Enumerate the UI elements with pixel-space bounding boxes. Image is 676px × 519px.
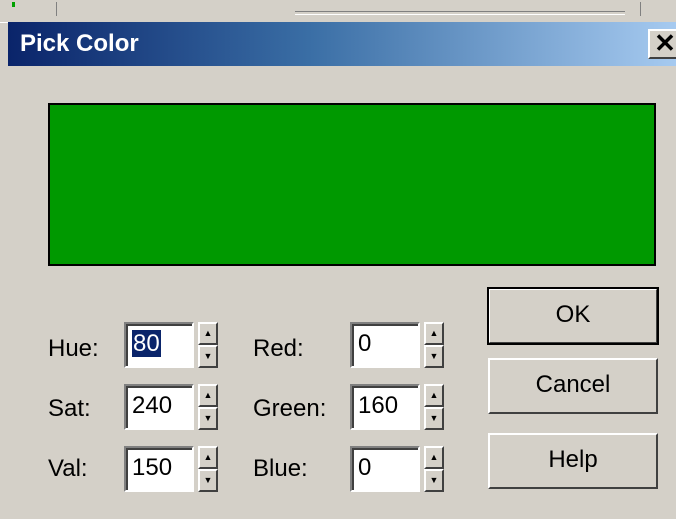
cancel-button[interactable]: Cancel <box>488 358 658 414</box>
green-label: Green: <box>253 395 327 422</box>
red-up-arrow-icon[interactable]: ▲ <box>424 322 444 345</box>
sat-value: 240 <box>132 392 173 419</box>
hue-input[interactable]: 80 <box>124 322 194 368</box>
blue-spinner[interactable]: ▲ ▼ <box>424 446 444 492</box>
val-spinner[interactable]: ▲ ▼ <box>198 446 218 492</box>
background-marker <box>12 2 15 7</box>
sat-down-arrow-icon[interactable]: ▼ <box>198 407 218 430</box>
green-input[interactable]: 160 <box>350 384 420 430</box>
blue-label: Blue: <box>253 455 308 482</box>
blue-down-arrow-icon[interactable]: ▼ <box>424 469 444 492</box>
help-button[interactable]: Help <box>488 433 658 489</box>
val-label: Val: <box>48 455 88 482</box>
val-down-arrow-icon[interactable]: ▼ <box>198 469 218 492</box>
sat-spinner[interactable]: ▲ ▼ <box>198 384 218 430</box>
pick-color-dialog: Pick Color ✕ Hue: 80 ▲ ▼ Sat: 240 ▲ ▼ Va… <box>8 22 676 519</box>
sat-label: Sat: <box>48 395 91 422</box>
val-up-arrow-icon[interactable]: ▲ <box>198 446 218 469</box>
blue-input[interactable]: 0 <box>350 446 420 492</box>
blue-value: 0 <box>358 454 372 481</box>
red-value: 0 <box>358 330 372 357</box>
background-separator <box>640 2 641 16</box>
background-groove <box>295 11 625 15</box>
hue-spinner[interactable]: ▲ ▼ <box>198 322 218 368</box>
close-button[interactable]: ✕ <box>648 29 676 59</box>
red-label: Red: <box>253 335 304 362</box>
red-down-arrow-icon[interactable]: ▼ <box>424 345 444 368</box>
red-spinner[interactable]: ▲ ▼ <box>424 322 444 368</box>
close-icon: ✕ <box>654 28 676 58</box>
sat-input[interactable]: 240 <box>124 384 194 430</box>
background-window-strip <box>0 0 676 23</box>
red-input[interactable]: 0 <box>350 322 420 368</box>
green-down-arrow-icon[interactable]: ▼ <box>424 407 444 430</box>
sat-up-arrow-icon[interactable]: ▲ <box>198 384 218 407</box>
val-input[interactable]: 150 <box>124 446 194 492</box>
color-preview-swatch <box>48 103 656 266</box>
val-value: 150 <box>132 454 173 481</box>
green-value: 160 <box>358 392 399 419</box>
green-up-arrow-icon[interactable]: ▲ <box>424 384 444 407</box>
blue-up-arrow-icon[interactable]: ▲ <box>424 446 444 469</box>
green-spinner[interactable]: ▲ ▼ <box>424 384 444 430</box>
hue-up-arrow-icon[interactable]: ▲ <box>198 322 218 345</box>
hue-value: 80 <box>132 330 161 357</box>
hue-down-arrow-icon[interactable]: ▼ <box>198 345 218 368</box>
background-separator <box>56 2 57 16</box>
dialog-title: Pick Color <box>20 30 139 57</box>
title-bar[interactable]: Pick Color ✕ <box>8 22 676 66</box>
hue-label: Hue: <box>48 335 99 362</box>
ok-button[interactable]: OK <box>487 287 659 345</box>
